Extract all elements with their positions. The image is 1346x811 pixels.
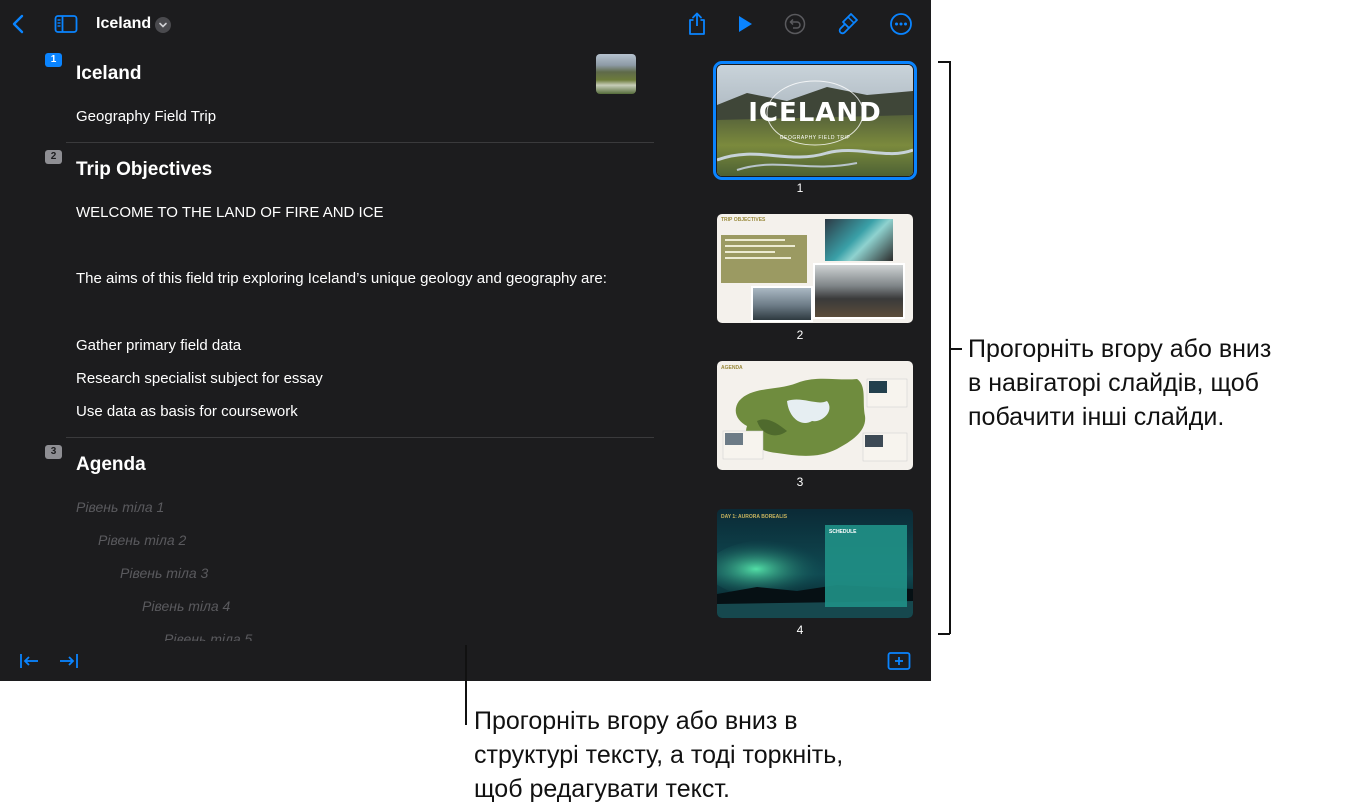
outline-body-text[interactable]: Research specialist subject for essay: [76, 370, 323, 387]
body-level-placeholder[interactable]: Рівень тіла 1: [76, 499, 164, 515]
outline-body-text[interactable]: Gather primary field data: [76, 337, 241, 354]
outline-callout-text: Прогорніть вгору або вниз в структурі те…: [474, 704, 843, 806]
cover-subtitle-text: GEOGRAPHY FIELD TRIP: [779, 135, 851, 141]
outdent-icon[interactable]: [16, 648, 42, 674]
share-icon[interactable]: [684, 11, 710, 37]
slide-thumbnail-1[interactable]: ICELAND GEOGRAPHY FIELD TRIP: [713, 61, 917, 180]
objectives-box: [721, 235, 807, 283]
outline-body-text[interactable]: The aims of this field trip exploring Ic…: [76, 270, 607, 287]
play-icon[interactable]: [732, 11, 758, 37]
body-level-placeholder[interactable]: Рівень тіла 4: [142, 598, 230, 614]
outline-divider: [66, 142, 654, 143]
sidebar-icon[interactable]: [53, 11, 79, 37]
schedule-title-text: SCHEDULE: [829, 529, 857, 535]
slide-navigator[interactable]: ICELAND GEOGRAPHY FIELD TRIP 1 TRIP OBJE…: [700, 47, 931, 641]
title-menu-chevron-icon[interactable]: [155, 17, 171, 33]
slide-photo: [813, 263, 905, 319]
cover-title-text: ICELAND: [748, 98, 882, 128]
slide-header-text: TRIP OBJECTIVES: [721, 217, 766, 223]
back-chevron-icon[interactable]: [5, 11, 31, 37]
slide-number-badge[interactable]: 1: [45, 53, 62, 67]
outline-slide-title[interactable]: Trip Objectives: [76, 159, 212, 181]
slide-number-badge[interactable]: 3: [45, 445, 62, 459]
outline-slide-title[interactable]: Agenda: [76, 454, 146, 476]
aurora-image: [717, 509, 913, 618]
slide-photo: [825, 219, 893, 261]
slide-photo: [751, 286, 813, 322]
slide-thumbnail-label: 1: [796, 181, 804, 195]
callout-line: побачити інші слайди.: [968, 403, 1225, 431]
slide-thumbnail-2[interactable]: TRIP OBJECTIVES: [717, 214, 913, 323]
navigator-callout-text: Прогорніть вгору або вниз в навігаторі с…: [968, 332, 1271, 434]
toolbar: Iceland: [0, 0, 931, 47]
outline-body-text[interactable]: Geography Field Trip: [76, 108, 216, 125]
slide-thumbnail-label: 3: [796, 475, 804, 489]
slide-thumbnail-4[interactable]: DAY 1: AURORA BOREALIS SCHEDULE: [717, 509, 913, 618]
callout-line: в навігаторі слайдів, щоб: [968, 369, 1259, 397]
keynote-app-window: Iceland 1 Iceland Geography Field Trip 2…: [0, 0, 931, 681]
callout-line: структурі тексту, а тоді торкніть,: [474, 741, 844, 769]
body-level-placeholder[interactable]: Рівень тіла 2: [98, 532, 186, 548]
slide-thumbnail-label: 2: [796, 328, 804, 342]
undo-icon[interactable]: [782, 11, 808, 37]
callout-line: щоб редагувати текст.: [474, 775, 730, 803]
navigator-callout-tick: [950, 348, 962, 350]
callout-line: Прогорніть вгору або вниз в: [474, 707, 798, 735]
navigator-bracket-top: [938, 61, 950, 63]
body-level-placeholder[interactable]: Рівень тіла 5: [164, 631, 252, 641]
outline-divider: [66, 437, 654, 438]
slide-thumbnail-3[interactable]: AGENDA: [717, 361, 913, 470]
slide-image-thumbnail[interactable]: [596, 54, 636, 94]
navigator-bracket-bottom: [938, 633, 950, 635]
document-title[interactable]: Iceland: [96, 15, 151, 33]
more-icon[interactable]: [888, 11, 914, 37]
slide-header-text: DAY 1: AURORA BOREALIS: [721, 514, 788, 520]
format-brush-icon[interactable]: [835, 11, 861, 37]
callout-line: Прогорніть вгору або вниз: [968, 335, 1272, 363]
indent-icon[interactable]: [56, 648, 82, 674]
add-slide-icon[interactable]: [886, 648, 912, 674]
outline-body-text[interactable]: Use data as basis for coursework: [76, 403, 298, 420]
outline-body-text[interactable]: WELCOME TO THE LAND OF FIRE AND ICE: [76, 204, 384, 221]
iceland-map-image: [722, 378, 908, 462]
outline-slide-title[interactable]: Iceland: [76, 63, 141, 85]
outline-view[interactable]: 1 Iceland Geography Field Trip 2 Trip Ob…: [0, 47, 690, 641]
slide-number-badge[interactable]: 2: [45, 150, 62, 164]
body-level-placeholder[interactable]: Рівень тіла 3: [120, 565, 208, 581]
outline-callout-line: [465, 645, 467, 725]
slide-thumbnail-label: 4: [796, 623, 804, 637]
